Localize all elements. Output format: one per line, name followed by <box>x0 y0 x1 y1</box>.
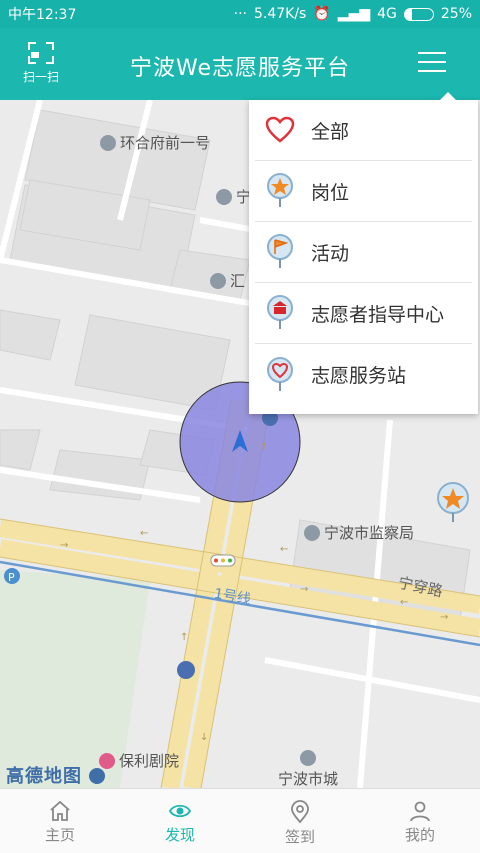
signal-icon: ▂▄▆ <box>337 6 371 22</box>
heart-outline-icon <box>265 112 295 148</box>
alarm-icon: ⏰ <box>313 6 331 22</box>
poi-ningbo-city[interactable]: 宁波市城 <box>278 750 338 788</box>
star-pin-icon <box>265 173 295 209</box>
poi-ning[interactable]: 宁 <box>216 186 251 207</box>
tab-checkin[interactable]: 签到 <box>240 789 360 853</box>
poi-huanhe[interactable]: 环合府前一号 <box>100 132 210 153</box>
home-poi-icon <box>216 188 232 205</box>
svg-text:↓: ↓ <box>200 732 208 743</box>
heart-pin-icon <box>265 356 295 393</box>
svg-text:←: ← <box>400 597 408 608</box>
network-type: 4G <box>377 6 397 22</box>
poi-jianchaju[interactable]: 宁波市监察局 <box>304 522 414 543</box>
svg-text:←: ← <box>140 528 148 539</box>
dropdown-item-guidance-center[interactable]: 志愿者指导中心 <box>255 283 472 344</box>
dropdown-item-service-station[interactable]: 志愿服务站 <box>255 344 472 405</box>
location-icon <box>291 800 309 824</box>
svg-text:↑: ↑ <box>260 442 268 453</box>
building-pin-icon <box>265 295 295 331</box>
tab-discover[interactable]: 发现 <box>120 789 240 853</box>
building-icon <box>210 272 226 289</box>
map-logo: 高德地图 <box>6 762 106 788</box>
flag-pin-icon <box>265 234 295 270</box>
svg-text:→: → <box>300 584 308 595</box>
battery-icon <box>403 7 434 21</box>
user-icon <box>410 801 430 822</box>
svg-text:↑: ↑ <box>180 632 188 643</box>
category-dropdown: 全部 岗位 活动 志愿者指导中心 志愿服务站 <box>249 92 478 414</box>
building-icon <box>300 750 316 766</box>
battery-percent: 25% <box>440 6 472 22</box>
bottom-tab-bar: 主页 发现 签到 我的 <box>0 788 480 853</box>
svg-text:→: → <box>440 612 448 623</box>
dropdown-item-activity[interactable]: 活动 <box>255 222 472 283</box>
status-bar: 中午12:37 ··· 5.47K/s ⏰ ▂▄▆ 4G 25% <box>0 0 480 28</box>
network-speed: 5.47K/s <box>253 6 307 22</box>
tab-home[interactable]: 主页 <box>0 789 120 853</box>
more-dots-icon: ··· <box>233 6 247 22</box>
building-icon <box>100 134 116 151</box>
app-header: 扫一扫 宁波We志愿服务平台 <box>0 28 480 100</box>
home-icon <box>50 800 70 821</box>
eye-icon <box>168 804 192 818</box>
government-icon <box>304 524 320 541</box>
poi-baoli[interactable]: 保利剧院 <box>99 750 179 771</box>
status-time: 中午12:37 <box>8 7 77 23</box>
svg-text:←: ← <box>280 544 288 555</box>
poi-hui[interactable]: 汇 <box>210 270 245 291</box>
page-title: 宁波We志愿服务平台 <box>130 56 350 81</box>
dropdown-item-all[interactable]: 全部 <box>255 100 472 161</box>
menu-button[interactable] <box>418 52 446 76</box>
dropdown-item-post[interactable]: 岗位 <box>255 161 472 222</box>
tab-mine[interactable]: 我的 <box>360 789 480 853</box>
svg-text:→: → <box>60 540 68 551</box>
svg-text:P: P <box>8 571 15 584</box>
